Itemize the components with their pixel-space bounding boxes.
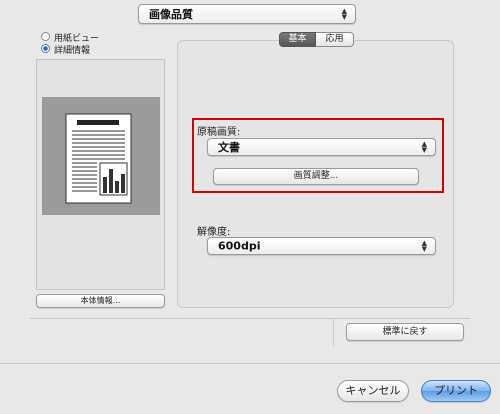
tab-advanced[interactable]: 応用	[316, 32, 354, 47]
tab-advanced-label: 応用	[325, 34, 344, 44]
preview-panel	[36, 59, 165, 290]
cancel-button-label: キャンセル	[345, 384, 401, 397]
tab-basic-label: 基本	[288, 34, 307, 44]
original-quality-value: 文書	[218, 141, 240, 154]
popup-arrows-icon: ▲ ▼	[341, 7, 347, 21]
radio-paper-view[interactable]	[41, 32, 50, 41]
print-button[interactable]: プリント	[421, 380, 491, 402]
document-thumbnail-icon	[65, 113, 132, 204]
tab-basic[interactable]: 基本	[279, 32, 316, 47]
popup-arrows-icon: ▲ ▼	[421, 140, 427, 154]
radio-details[interactable]	[41, 44, 50, 53]
print-button-label: プリント	[434, 384, 478, 397]
restore-defaults-button-label: 標準に戻す	[382, 327, 428, 337]
popup-arrows-icon: ▲ ▼	[421, 239, 427, 253]
panel-select-popup[interactable]: 画像品質 ▲ ▼	[138, 4, 356, 24]
quality-adjust-button-label: 画質調整...	[293, 171, 339, 181]
separator-line	[30, 318, 470, 319]
preview-image	[42, 97, 160, 215]
resolution-popup[interactable]: 600dpi ▲ ▼	[207, 237, 436, 255]
resolution-value: 600dpi	[218, 239, 261, 253]
resolution-label: 解像度:	[197, 227, 231, 238]
quality-adjust-button[interactable]: 画質調整...	[213, 168, 419, 185]
radio-details-label: 詳細情報	[54, 46, 91, 56]
original-quality-label: 原稿画質:	[197, 127, 241, 138]
restore-defaults-button[interactable]: 標準に戻す	[346, 323, 464, 341]
device-info-button[interactable]: 本体情報...	[36, 294, 165, 308]
device-info-button-label: 本体情報...	[80, 296, 121, 305]
panel-select-label: 画像品質	[149, 8, 193, 21]
original-quality-popup[interactable]: 文書 ▲ ▼	[207, 138, 436, 156]
cancel-button[interactable]: キャンセル	[337, 380, 409, 402]
separator-line-bottom	[0, 363, 500, 364]
separator-vertical	[333, 318, 334, 346]
